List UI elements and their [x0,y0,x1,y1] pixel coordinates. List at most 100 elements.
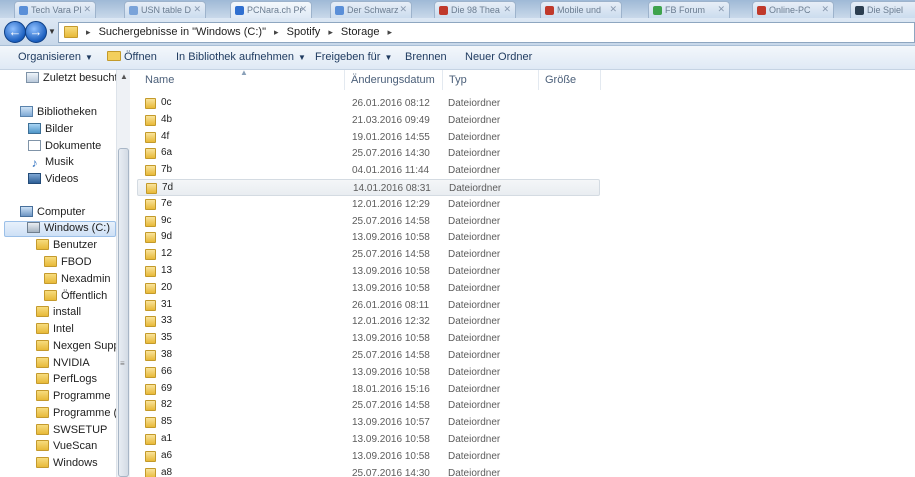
sidebar-item-folder[interactable]: Intel [36,323,74,339]
table-row[interactable]: 6a 25.07.2016 14:30 Dateiordner [137,145,600,162]
recent-pages-dropdown-icon[interactable]: ▼ [48,27,56,36]
burn-button[interactable]: Brennen [405,51,447,63]
folder-icon [36,390,49,401]
folder-icon [145,383,156,395]
sidebar-item-pictures[interactable]: Bilder [28,123,73,139]
file-name: 66 [161,365,173,377]
close-icon[interactable]: ✕ [821,4,829,15]
table-row[interactable]: 69 18.01.2016 15:16 Dateiordner [137,381,600,398]
column-header-size[interactable]: Größe [539,70,601,90]
table-row[interactable]: 12 25.07.2016 14:58 Dateiordner [137,246,600,263]
close-icon[interactable]: ✕ [83,4,91,15]
table-row[interactable]: 20 13.09.2016 10:58 Dateiordner [137,280,600,297]
open-button[interactable]: Öffnen [107,51,157,63]
file-name: 7b [161,164,173,176]
table-row[interactable]: 33 12.01.2016 12:32 Dateiordner [137,313,600,330]
file-name: 9c [161,214,172,226]
sidebar-item-computer[interactable]: Computer [20,206,85,222]
close-icon[interactable]: ✕ [717,4,725,15]
sidebar-item-libraries[interactable]: Bibliotheken [20,106,97,122]
window-tab[interactable]: Tech Vara Pl ✕ [14,1,96,18]
table-row[interactable]: 9c 25.07.2016 14:58 Dateiordner [137,213,600,230]
close-icon[interactable]: ✕ [503,4,511,15]
sidebar-item-folder[interactable]: Windows [36,457,98,473]
table-row[interactable]: 7e 12.01.2016 12:29 Dateiordner [137,196,600,213]
table-row[interactable]: a8 25.07.2016 14:30 Dateiordner [137,465,600,477]
table-row[interactable]: 7b 04.01.2016 11:44 Dateiordner [137,162,600,179]
sidebar-item-folder[interactable]: SWSETUP [36,424,107,440]
back-button[interactable]: ← [4,21,26,43]
table-row[interactable]: 31 26.01.2016 08:11 Dateiordner [137,297,600,314]
window-tab[interactable]: Die 98 Thea ✕ [434,1,516,18]
file-type: Dateiordner [448,131,501,143]
table-row[interactable]: 7d 14.01.2016 08:31 Dateiordner [137,179,600,196]
new-folder-button[interactable]: Neuer Ordner [465,51,532,63]
table-row[interactable]: 4f 19.01.2016 14:55 Dateiordner [137,129,600,146]
folder-icon [36,306,49,317]
sidebar-item-folder[interactable]: VueScan [36,440,97,456]
forward-button[interactable]: → [25,21,47,43]
sidebar-item-folder[interactable]: Benutzer [36,239,97,255]
breadcrumb-storage[interactable]: Storage [341,26,380,38]
table-row[interactable]: 38 25.07.2016 14:58 Dateiordner [137,347,600,364]
scrollbar-thumb[interactable] [118,148,129,477]
sidebar-item-folder[interactable]: FBOD [44,256,92,272]
sidebar-item-folder[interactable]: Nexadmin [44,273,111,289]
file-type: Dateiordner [448,98,501,109]
table-row[interactable]: 9d 13.09.2016 10:58 Dateiordner [137,229,600,246]
breadcrumb-separator-icon[interactable]: ▸ [328,27,333,37]
videos-icon [28,173,41,184]
modified-date: 13.09.2016 10:58 [352,266,430,277]
table-row[interactable]: 35 13.09.2016 10:58 Dateiordner [137,330,600,347]
close-icon[interactable]: ✕ [609,4,617,15]
sidebar-item-drive-c[interactable]: Windows (C:) [4,221,116,237]
file-name: a8 [161,466,173,477]
window-tab[interactable]: Der Schwarz ✕ [330,1,412,18]
folder-icon [145,450,156,462]
breadcrumb-separator-icon[interactable]: ▸ [274,27,279,37]
table-row[interactable]: 0c 26.01.2016 08:12 Dateiordner [137,95,600,112]
organize-button[interactable]: Organisieren ▼ [18,51,93,63]
column-header-name[interactable]: Name [139,70,345,90]
window-tab[interactable]: Mobile und ✕ [540,1,622,18]
table-row[interactable]: 66 13.09.2016 10:58 Dateiordner [137,364,600,381]
table-row[interactable]: 13 13.09.2016 10:58 Dateiordner [137,263,600,280]
window-tab[interactable]: Online-PC ✕ [752,1,834,18]
column-header-type[interactable]: Typ [443,70,539,90]
table-row[interactable]: 4b 21.03.2016 09:49 Dateiordner [137,112,600,129]
close-icon[interactable]: ✕ [299,4,307,15]
window-tab[interactable]: FB Forum ✕ [648,1,730,18]
include-in-library-button[interactable]: In Bibliothek aufnehmen ▼ [176,51,306,63]
table-row[interactable]: 85 13.09.2016 10:57 Dateiordner [137,414,600,431]
sidebar-item-folder[interactable]: Programme [36,390,110,406]
folder-icon [64,26,78,38]
table-row[interactable]: a1 13.09.2016 10:58 Dateiordner [137,431,600,448]
table-row[interactable]: 82 25.07.2016 14:58 Dateiordner [137,397,600,414]
column-header-date[interactable]: Änderungsdatum [345,70,443,90]
breadcrumb-search-results[interactable]: Suchergebnisse in "Windows (C:)" [99,26,266,38]
close-icon[interactable]: ✕ [399,4,407,15]
address-bar[interactable]: ▸ Suchergebnisse in "Windows (C:)" ▸ Spo… [58,22,915,43]
sidebar-item-documents[interactable]: Dokumente [28,140,101,156]
scroll-up-icon[interactable]: ▲ [120,72,128,81]
share-with-button[interactable]: Freigeben für ▼ [315,51,392,63]
window-tab[interactable]: Die Spiel [850,1,915,18]
modified-date: 13.09.2016 10:58 [352,450,430,462]
file-type: Dateiordner [448,249,501,261]
window-tab[interactable]: USN table D ✕ [124,1,206,18]
window-tab[interactable]: PCNara.ch Pr ✕ [230,1,312,18]
sidebar-item-folder[interactable]: NVIDIA [36,357,90,373]
breadcrumb-spotify[interactable]: Spotify [287,26,321,38]
window-tab-strip: Tech Vara Pl ✕ USN table D ✕ PCNara.ch Pr ✕… [0,0,915,18]
table-row[interactable]: a6 13.09.2016 10:58 Dateiordner [137,448,600,465]
sidebar-item-recent[interactable]: Zuletzt besucht [26,72,118,88]
sidebar-item-videos[interactable]: Videos [28,173,78,189]
sidebar-item-music[interactable]: ♪ Musik [28,156,74,172]
file-type: Dateiordner [448,266,501,277]
breadcrumb-separator-icon[interactable]: ▸ [388,27,393,37]
sidebar-item-folder[interactable]: Öffentlich [44,290,107,306]
sidebar-item-folder[interactable]: install [36,306,81,322]
sidebar-item-folder[interactable]: PerfLogs [36,373,97,389]
navigation-scrollbar[interactable]: ▲ ≡ [116,70,130,477]
close-icon[interactable]: ✕ [193,4,201,15]
